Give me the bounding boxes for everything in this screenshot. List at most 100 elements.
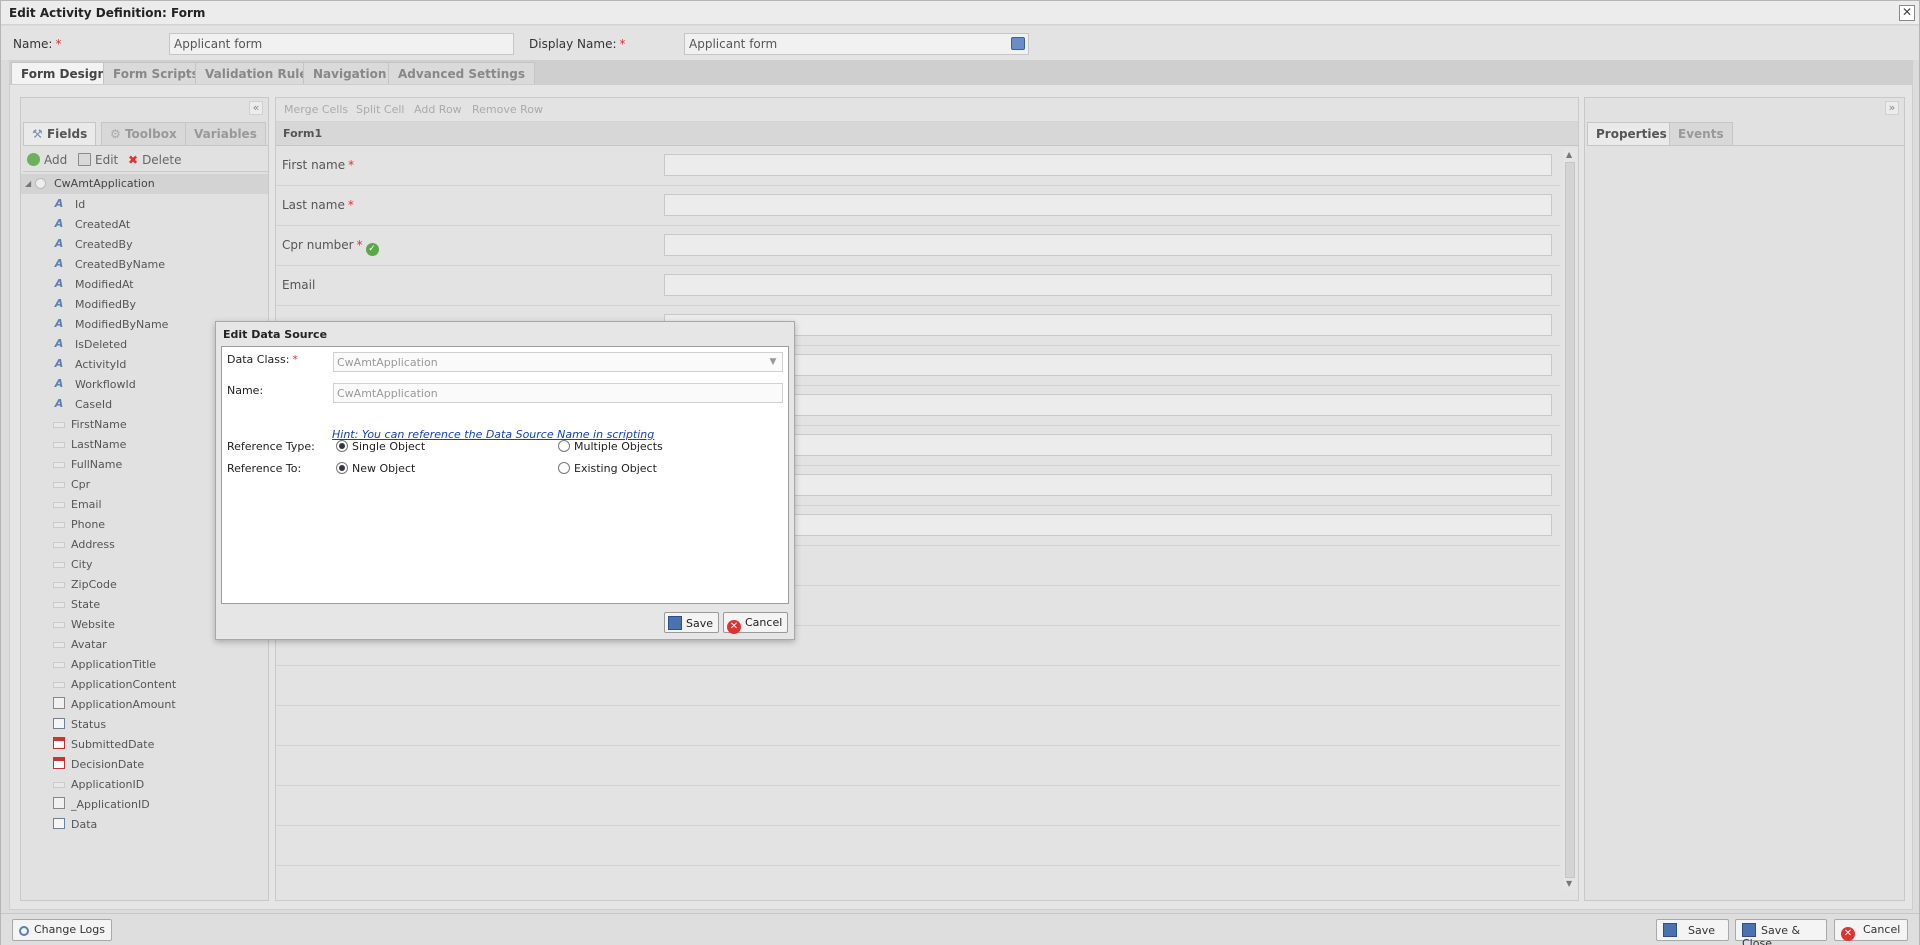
data-class-select[interactable]: CwAmtApplication ▼ xyxy=(333,352,783,372)
form-field-input[interactable] xyxy=(664,394,1552,416)
display-name-input[interactable]: Applicant form xyxy=(684,33,1029,55)
tree-field-label: SubmittedDate xyxy=(71,738,155,751)
designer-scrollbar[interactable]: ▲ ▼ xyxy=(1563,148,1577,890)
tab-navigation[interactable]: Navigation xyxy=(303,62,397,84)
ds-name-input[interactable]: CwAmtApplication xyxy=(333,383,783,403)
form-grid-row[interactable] xyxy=(276,826,1560,866)
tree-field-item[interactable]: SubmittedDate xyxy=(21,734,268,754)
scroll-thumb[interactable] xyxy=(1565,162,1575,878)
close-icon[interactable]: ✕ xyxy=(1899,5,1915,21)
radio-multiple-objects[interactable]: Multiple Objects xyxy=(558,440,663,453)
radio-icon xyxy=(558,440,570,452)
save-button[interactable]: Save xyxy=(1656,919,1729,941)
tree-field-label: Avatar xyxy=(71,638,107,651)
radio-existing-object[interactable]: Existing Object xyxy=(558,462,657,475)
form-grid-row[interactable]: First name * xyxy=(276,146,1560,186)
textbox-icon xyxy=(53,502,65,508)
tree-field-label: ZipCode xyxy=(71,578,117,591)
delete-field-button[interactable]: ✖ Delete xyxy=(128,153,182,167)
tree-field-item[interactable]: A CreatedBy xyxy=(21,234,268,254)
dialog-cancel-button[interactable]: ✕ Cancel xyxy=(723,612,789,634)
edit-field-button[interactable]: Edit xyxy=(78,153,118,167)
form-grid-row[interactable] xyxy=(276,786,1560,826)
expand-triangle-icon[interactable]: ◢ xyxy=(25,179,31,188)
data-class-label: Data Class: * xyxy=(227,353,298,366)
tree-field-item[interactable]: ApplicationAmount xyxy=(21,694,268,714)
expand-right-icon[interactable]: » xyxy=(1885,101,1899,115)
change-logs-button[interactable]: Change Logs xyxy=(12,919,112,941)
tab-form-scripts[interactable]: Form Scripts xyxy=(103,62,209,84)
floppy-icon xyxy=(1742,923,1756,937)
name-input[interactable]: Applicant form xyxy=(169,33,514,55)
tree-field-label: ActivityId xyxy=(75,358,127,371)
tab-toolbox[interactable]: ⚙ Toolbox xyxy=(101,122,186,146)
save-close-button[interactable]: Save & Close xyxy=(1735,919,1827,945)
form-field-input[interactable] xyxy=(664,274,1552,296)
tab-advanced-settings[interactable]: Advanced Settings xyxy=(388,62,536,84)
form-field-input[interactable] xyxy=(664,514,1552,536)
tab-form-design[interactable]: Form Design xyxy=(11,62,117,84)
tree-field-item[interactable]: A Id xyxy=(21,194,268,214)
cancel-icon: ✕ xyxy=(727,620,741,634)
tree-field-item[interactable]: _ApplicationID xyxy=(21,794,268,814)
remove-row-button[interactable]: Remove Row xyxy=(472,103,543,116)
split-cell-button[interactable]: Split Cell xyxy=(356,103,404,116)
tree-root[interactable]: ◢ CwAmtApplication xyxy=(21,174,268,194)
form-grid-row[interactable] xyxy=(276,746,1560,786)
chevron-down-icon[interactable]: ▼ xyxy=(766,355,780,369)
form-grid-row[interactable] xyxy=(276,666,1560,706)
radio-single-object[interactable]: Single Object xyxy=(336,440,425,453)
edit-data-source-dialog: Edit Data Source Data Class: * CwAmtAppli… xyxy=(215,321,795,640)
tree-field-item[interactable]: A ModifiedBy xyxy=(21,294,268,314)
tree-field-item[interactable]: A CreatedAt xyxy=(21,214,268,234)
tab-properties[interactable]: Properties xyxy=(1587,122,1676,146)
tree-field-item[interactable]: ApplicationContent xyxy=(21,674,268,694)
dialog-save-button[interactable]: Save xyxy=(664,612,720,633)
tree-field-item[interactable]: A CreatedByName xyxy=(21,254,268,274)
tree-field-item[interactable]: ApplicationTitle xyxy=(21,654,268,674)
tree-field-item[interactable]: A ModifiedAt xyxy=(21,274,268,294)
left-panel-tabs: ⚒ Fields ⚙ Toolbox Variables xyxy=(23,122,268,146)
cancel-button[interactable]: ✕ Cancel xyxy=(1834,919,1908,941)
tree-field-item[interactable]: Data xyxy=(21,814,268,834)
form-field-input[interactable] xyxy=(664,474,1552,496)
main-tabs: Form Design Form Scripts Validation Rule… xyxy=(9,60,1913,84)
tree-field-label: Data xyxy=(71,818,98,831)
form-grid-row[interactable]: Last name * xyxy=(276,186,1560,226)
text-icon: A xyxy=(54,397,64,410)
merge-cells-button[interactable]: Merge Cells xyxy=(284,103,348,116)
form-grid-row[interactable]: Email xyxy=(276,266,1560,306)
textbox-icon xyxy=(53,482,65,488)
form-field-input[interactable] xyxy=(664,194,1552,216)
form-field-input[interactable] xyxy=(664,154,1552,176)
wrench-icon: ⚒ xyxy=(32,127,47,141)
add-field-button[interactable]: Add xyxy=(27,153,67,167)
tree-field-item[interactable]: Status xyxy=(21,714,268,734)
add-row-button[interactable]: Add Row xyxy=(414,103,462,116)
radio-new-object[interactable]: New Object xyxy=(336,462,415,475)
tab-fields[interactable]: ⚒ Fields xyxy=(23,122,97,146)
reference-to-label: Reference To: xyxy=(227,462,302,475)
name-label: Name: * xyxy=(13,37,62,51)
form-grid-row[interactable]: Cpr number * ✓ xyxy=(276,226,1560,266)
form-field-input[interactable] xyxy=(664,234,1552,256)
tab-events[interactable]: Events xyxy=(1669,122,1733,146)
tab-variables[interactable]: Variables xyxy=(185,122,266,146)
text-icon: A xyxy=(54,237,64,250)
form-field-input[interactable] xyxy=(664,434,1552,456)
text-icon: A xyxy=(54,217,64,230)
form-field-input[interactable] xyxy=(664,354,1552,376)
form-field-input[interactable] xyxy=(664,314,1552,336)
ds-name-label: Name: xyxy=(227,384,264,397)
tree-field-label: _ApplicationID xyxy=(71,798,150,811)
edit-activity-window: Edit Activity Definition: Form ✕ Name: * … xyxy=(0,0,1920,945)
form-grid-row[interactable] xyxy=(276,706,1560,746)
tree-field-item[interactable]: ApplicationID xyxy=(21,774,268,794)
tree-field-label: CreatedByName xyxy=(75,258,166,271)
translate-icon[interactable] xyxy=(1011,37,1025,50)
tree-field-item[interactable]: DecisionDate xyxy=(21,754,268,774)
collapse-left-icon[interactable]: « xyxy=(249,101,263,115)
scroll-up-icon[interactable]: ▲ xyxy=(1566,150,1572,159)
scroll-down-icon[interactable]: ▼ xyxy=(1566,879,1572,888)
tree-field-label: Website xyxy=(71,618,115,631)
